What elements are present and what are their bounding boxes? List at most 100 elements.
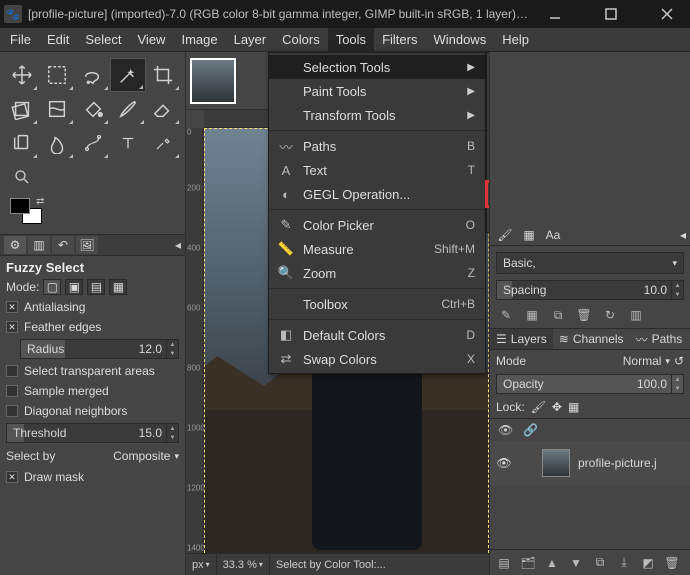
lock-alpha-icon[interactable]: ▦ xyxy=(568,400,579,414)
tool-warp[interactable] xyxy=(39,92,74,126)
tools-menu-zoom[interactable]: 🔍ZoomZ xyxy=(269,261,485,285)
tab-layers[interactable]: ☰Layers xyxy=(490,329,553,349)
tab-paths[interactable]: 〰Paths xyxy=(630,329,689,349)
tools-menu-paint-tools[interactable]: Paint Tools▶ xyxy=(269,79,485,103)
tool-smudge[interactable] xyxy=(39,126,74,160)
tool-text[interactable] xyxy=(110,126,145,160)
mode-add[interactable]: ▣ xyxy=(65,279,83,295)
status-zoom[interactable]: 33.3 %▾ xyxy=(217,554,270,575)
brush-open-icon[interactable]: ▥ xyxy=(626,306,646,324)
raise-layer-icon[interactable]: ▲ xyxy=(542,554,562,572)
tab-device-status[interactable]: ▥ xyxy=(28,236,50,254)
merge-layer-icon[interactable]: ⤓ xyxy=(614,554,634,572)
menu-tools[interactable]: Tools xyxy=(328,28,374,51)
layer-opacity-slider[interactable]: Opacity 100.0 ▲▼ xyxy=(496,374,684,394)
antialiasing-checkbox[interactable] xyxy=(6,301,18,313)
menu-windows[interactable]: Windows xyxy=(425,28,494,51)
tool-rect-select[interactable] xyxy=(39,58,74,92)
tab-fonts[interactable]: Aa xyxy=(542,226,564,244)
mode-intersect[interactable]: ▦ xyxy=(109,279,127,295)
menu-layer[interactable]: Layer xyxy=(226,28,275,51)
mode-subtract[interactable]: ▤ xyxy=(87,279,105,295)
feather-checkbox[interactable] xyxy=(6,321,18,333)
brush-del-icon[interactable]: 🗑 xyxy=(574,306,594,324)
maximize-button[interactable] xyxy=(594,0,628,28)
tab-tool-options[interactable]: ⚙ xyxy=(4,236,26,254)
layer-thumbnail[interactable] xyxy=(542,449,570,477)
menu-filters[interactable]: Filters xyxy=(374,28,425,51)
tab-channels[interactable]: ≋Channels xyxy=(553,329,630,349)
layer-visibility-icon[interactable]: 👁 xyxy=(496,456,512,470)
tool-crop[interactable] xyxy=(146,58,181,92)
tool-clone[interactable] xyxy=(4,126,39,160)
tools-menu-swap-colors[interactable]: ⇄Swap ColorsX xyxy=(269,347,485,371)
tools-menu-toolbox[interactable]: ToolboxCtrl+B xyxy=(269,292,485,316)
sample-merged-checkbox[interactable] xyxy=(6,385,18,397)
lower-layer-icon[interactable]: ▼ xyxy=(566,554,586,572)
layer-mode-dropdown[interactable]: Normal ▾ ↺ xyxy=(623,354,684,368)
delete-layer-icon[interactable]: 🗑 xyxy=(662,554,682,572)
tab-images[interactable]: 🖼 xyxy=(76,236,98,254)
brush-spacing-slider[interactable]: Spacing 10.0 ▲▼ xyxy=(496,280,684,300)
tools-menu-text[interactable]: ATextT xyxy=(269,158,485,182)
transparent-checkbox[interactable] xyxy=(6,365,18,377)
brush-new-icon[interactable]: ▦ xyxy=(522,306,542,324)
tools-menu-transform-tools[interactable]: Transform Tools▶ xyxy=(269,103,485,127)
menu-edit[interactable]: Edit xyxy=(39,28,77,51)
brush-dup-icon[interactable]: ⧉ xyxy=(548,306,568,324)
brush-edit-icon[interactable]: ✎ xyxy=(496,306,516,324)
ruler-vertical[interactable]: 0 200 400 600 800 1000 1200 1400 xyxy=(186,128,204,558)
tool-path[interactable] xyxy=(75,126,110,160)
dup-layer-icon[interactable]: ⧉ xyxy=(590,554,610,572)
mode-replace[interactable]: ▢ xyxy=(43,279,61,295)
layer-item[interactable]: 👁 profile-picture.j xyxy=(490,441,690,485)
tool-eraser[interactable] xyxy=(146,92,181,126)
tool-rotate[interactable] xyxy=(4,92,39,126)
tool-free-select[interactable] xyxy=(75,58,110,92)
status-unit[interactable]: px▾ xyxy=(186,554,217,575)
tool-bucket[interactable] xyxy=(75,92,110,126)
tool-zoom[interactable] xyxy=(4,160,40,194)
tools-menu-color-picker[interactable]: ✎Color PickerO xyxy=(269,213,485,237)
tab-menu-icon[interactable]: ◂ xyxy=(680,228,686,242)
close-button[interactable] xyxy=(650,0,684,28)
tab-patterns[interactable]: ▦ xyxy=(518,226,540,244)
lock-position-icon[interactable]: ✥ xyxy=(552,400,562,414)
image-thumb[interactable] xyxy=(190,58,236,104)
tab-brushes[interactable]: 🖌 xyxy=(494,226,516,244)
radius-slider[interactable]: Radius 12.0 ▲▼ xyxy=(20,339,179,359)
menu-select[interactable]: Select xyxy=(77,28,129,51)
drawmask-checkbox[interactable] xyxy=(6,471,18,483)
menu-colors[interactable]: Colors xyxy=(274,28,328,51)
tool-paintbrush[interactable] xyxy=(110,92,145,126)
new-layer-icon[interactable]: ▤ xyxy=(494,554,514,572)
tab-menu-icon[interactable]: ◂ xyxy=(175,238,181,252)
tools-menu-measure[interactable]: 📏MeasureShift+M xyxy=(269,237,485,261)
new-group-icon[interactable]: 🗂 xyxy=(518,554,538,572)
tool-fuzzy-select[interactable] xyxy=(110,58,145,92)
tool-color-picker[interactable] xyxy=(146,126,181,160)
menu-file[interactable]: File xyxy=(2,28,39,51)
tools-menu-default-colors[interactable]: ◧Default ColorsD xyxy=(269,323,485,347)
mode-switch-icon[interactable]: ↺ xyxy=(674,354,684,368)
tools-menu-selection-tools[interactable]: Selection Tools▶ xyxy=(269,55,485,79)
swap-colors-icon[interactable]: ⇄ xyxy=(36,196,44,207)
selectby-dropdown[interactable]: Composite ▾ xyxy=(113,449,179,463)
diagonal-checkbox[interactable] xyxy=(6,405,18,417)
fg-bg-colors[interactable]: ⇄ xyxy=(0,196,185,234)
tab-undo-history[interactable]: ↶ xyxy=(52,236,74,254)
lock-pixels-icon[interactable]: 🖌 xyxy=(531,400,546,414)
threshold-slider[interactable]: Threshold 15.0 ▲▼ xyxy=(6,423,179,443)
layer-name[interactable]: profile-picture.j xyxy=(578,456,657,470)
minimize-button[interactable] xyxy=(538,0,572,28)
menu-help[interactable]: Help xyxy=(494,28,537,51)
menu-image[interactable]: Image xyxy=(173,28,225,51)
brush-refresh-icon[interactable]: ↻ xyxy=(600,306,620,324)
mask-layer-icon[interactable]: ◩ xyxy=(638,554,658,572)
tools-menu-gegl[interactable]: ◐GEGL Operation... xyxy=(269,182,485,206)
brush-selector[interactable]: Basic, ▾ xyxy=(496,252,684,274)
menu-view[interactable]: View xyxy=(130,28,174,51)
fg-color-swatch[interactable] xyxy=(10,198,30,214)
tools-menu-paths[interactable]: 〰PathsB xyxy=(269,134,485,158)
tool-move[interactable] xyxy=(4,58,39,92)
